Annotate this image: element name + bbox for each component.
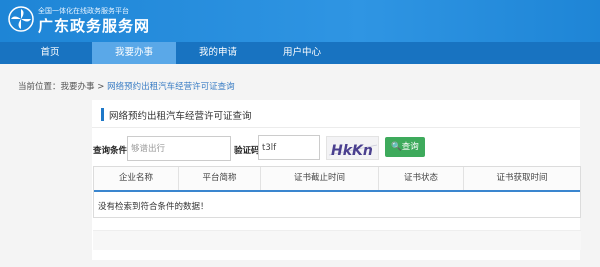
condition-label: 查询条件	[93, 146, 128, 156]
breadcrumb-current[interactable]: 网络预约出租汽车经营许可证查询	[107, 82, 235, 92]
panel-title-accent	[101, 108, 104, 121]
nav-item-user-center[interactable]: 用户中心	[260, 42, 344, 64]
condition-input[interactable]	[127, 136, 231, 161]
column-cert-expiry: 证书截止时间	[261, 167, 379, 190]
column-cert-obtained: 证书获取时间	[496, 173, 548, 183]
column-company-name: 企业名称	[94, 167, 179, 190]
nav-item-my-applications[interactable]: 我的申请	[176, 42, 260, 64]
column-platform-abbr: 平台简称	[179, 167, 261, 190]
captcha-input[interactable]	[258, 135, 320, 160]
search-icon: 🔍	[391, 142, 402, 152]
panel-title: 网络预约出租汽车经营许可证查询	[109, 111, 252, 122]
nav-item-home[interactable]: 首页	[8, 42, 92, 64]
captcha-label: 验证码	[234, 146, 260, 156]
panel-header: 网络预约出租汽车经营许可证查询	[92, 100, 580, 128]
captcha-graphic: HkKn	[328, 143, 378, 159]
empty-result-message: 没有检索到符合条件的数据！	[98, 202, 209, 212]
captcha-text: HkKn	[331, 143, 373, 159]
main-nav: 首页 我要办事 我的申请 用户中心	[0, 42, 600, 64]
breadcrumb-separator: >	[94, 82, 108, 92]
windmill-logo-icon	[8, 6, 34, 32]
breadcrumb-link-services[interactable]: 我要办事	[61, 82, 95, 92]
breadcrumb: 当前位置：我要办事 > 网络预约出租汽车经营许可证查询	[18, 80, 235, 92]
nav-item-services[interactable]: 我要办事	[92, 42, 176, 64]
breadcrumb-prefix: 当前位置：	[18, 82, 61, 92]
site-title[interactable]: 广东政务服务网	[38, 15, 150, 36]
query-button[interactable]: 🔍查询	[385, 137, 425, 157]
column-cert-status: 证书状态	[379, 167, 464, 190]
results-table: 企业名称 平台简称 证书截止时间 证书状态 证书获取时间 没有检索到符合条件的数…	[93, 166, 581, 218]
captcha-image[interactable]: HkKn	[326, 136, 379, 160]
query-button-label: 查询	[401, 142, 419, 152]
site-header: 全国一体化在线政务服务平台 广东政务服务网	[0, 0, 600, 42]
table-header: 企业名称 平台简称 证书截止时间 证书状态 证书获取时间	[94, 167, 580, 192]
pagination-strip	[93, 230, 581, 250]
